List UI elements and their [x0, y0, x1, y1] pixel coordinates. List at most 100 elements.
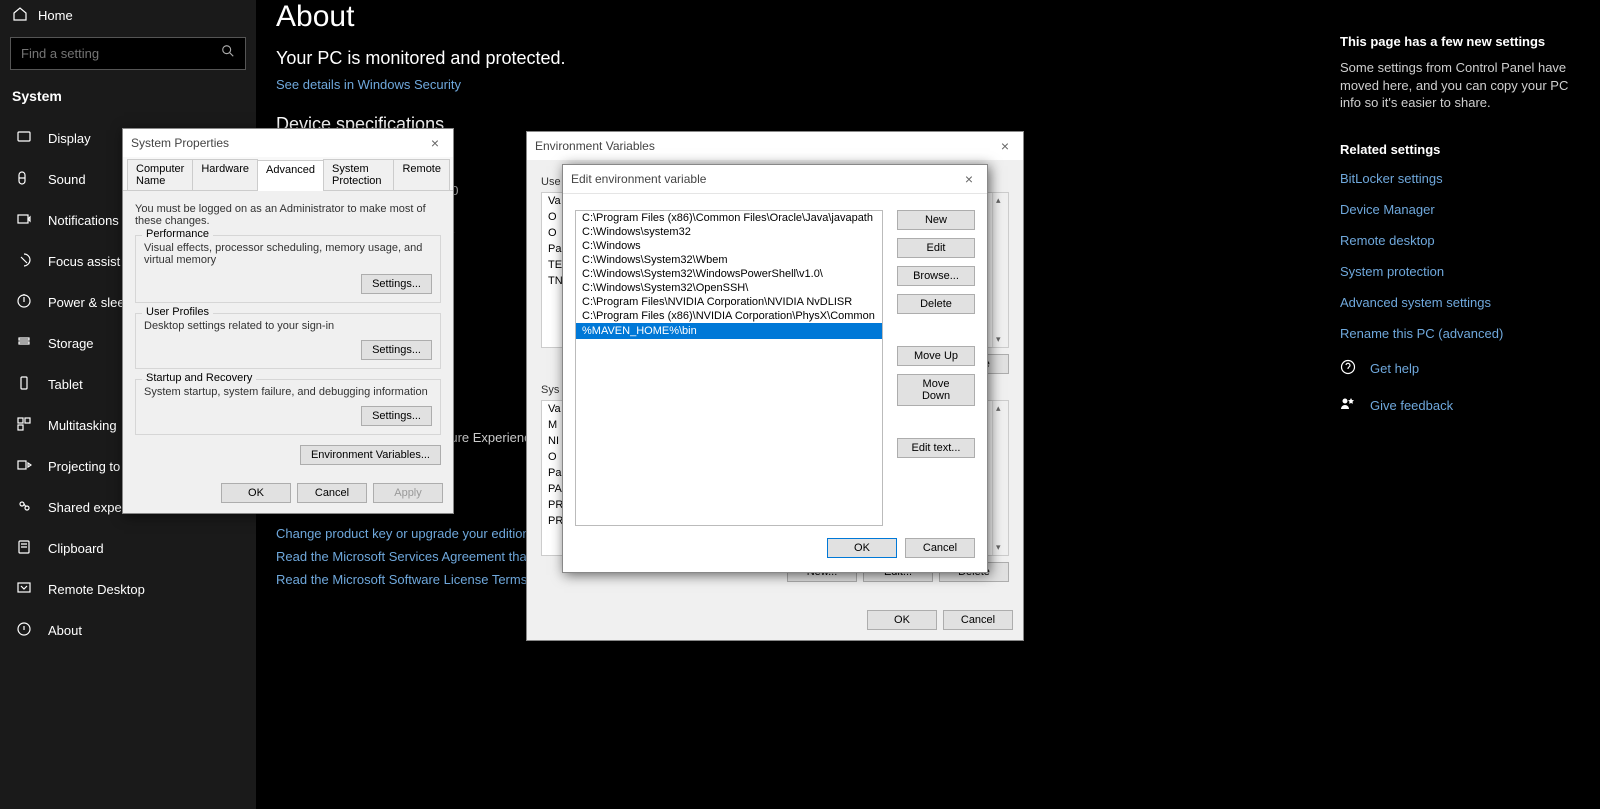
sysprop-title: System Properties — [131, 136, 229, 150]
envvars-titlebar[interactable]: Environment Variables × — [527, 132, 1023, 160]
sidebar-item-label: Focus assist — [48, 254, 120, 269]
path-row-editing[interactable] — [576, 323, 882, 339]
editenv-title: Edit environment variable — [571, 172, 706, 186]
envvars-ok-button[interactable]: OK — [867, 610, 937, 630]
sidebar-item-about[interactable]: About — [0, 610, 256, 651]
nav-icon — [16, 129, 32, 148]
search-icon — [221, 44, 235, 63]
scrollbar[interactable] — [992, 401, 1008, 555]
performance-desc: Visual effects, processor scheduling, me… — [144, 242, 432, 266]
env-variables-button[interactable]: Environment Variables... — [300, 445, 441, 465]
move-down-button[interactable]: Move Down — [897, 374, 975, 406]
related-link[interactable]: Remote desktop — [1340, 233, 1584, 248]
get-help-link[interactable]: Get help — [1340, 359, 1584, 378]
editenv-cancel-button[interactable]: Cancel — [905, 538, 975, 558]
nav-icon — [16, 252, 32, 271]
sysprop-ok-button[interactable]: OK — [221, 483, 291, 503]
startup-title: Startup and Recovery — [142, 372, 256, 384]
nav-icon — [16, 375, 32, 394]
search-input[interactable] — [21, 46, 221, 61]
related-link[interactable]: BitLocker settings — [1340, 171, 1584, 186]
startup-settings-button[interactable]: Settings... — [361, 406, 432, 426]
startup-group: Startup and Recovery System startup, sys… — [135, 379, 441, 435]
sysprop-cancel-button[interactable]: Cancel — [297, 483, 367, 503]
sidebar-item-label: Sound — [48, 172, 86, 187]
related-link[interactable]: Advanced system settings — [1340, 295, 1584, 310]
edit-env-variable-dialog: Edit environment variable × C:\Program F… — [562, 164, 988, 573]
admin-hint: You must be logged on as an Administrato… — [135, 203, 441, 227]
path-edit-input[interactable] — [576, 323, 882, 339]
close-icon[interactable]: × — [959, 171, 979, 187]
related-link[interactable]: System protection — [1340, 264, 1584, 279]
related-link[interactable]: Device Manager — [1340, 202, 1584, 217]
tab-advanced[interactable]: Advanced — [257, 160, 324, 191]
security-link[interactable]: See details in Windows Security — [276, 77, 1320, 92]
path-row[interactable]: C:\Program Files\NVIDIA Corporation\NVID… — [576, 295, 882, 309]
close-icon[interactable]: × — [995, 138, 1015, 154]
editenv-side-buttons: New Edit Browse... Delete Move Up Move D… — [897, 210, 975, 526]
feedback-label: Give feedback — [1370, 398, 1453, 413]
tab-computer-name[interactable]: Computer Name — [127, 159, 193, 190]
perf-settings-button[interactable]: Settings... — [361, 274, 432, 294]
nav-icon — [16, 170, 32, 189]
tab-hardware[interactable]: Hardware — [192, 159, 258, 190]
nav-icon — [16, 211, 32, 230]
nav-icon — [16, 457, 32, 476]
sidebar-home-label: Home — [38, 8, 73, 23]
profiles-desc: Desktop settings related to your sign-in — [144, 320, 432, 332]
right-desc: Some settings from Control Panel have mo… — [1340, 59, 1584, 112]
path-row[interactable]: C:\Windows\system32 — [576, 225, 882, 239]
new-button[interactable]: New — [897, 210, 975, 230]
performance-group: Performance Visual effects, processor sc… — [135, 235, 441, 303]
path-row[interactable]: C:\Windows\System32\Wbem — [576, 253, 882, 267]
sidebar-home[interactable]: Home — [0, 6, 256, 33]
get-help-label: Get help — [1370, 361, 1419, 376]
editenv-titlebar[interactable]: Edit environment variable × — [563, 165, 987, 194]
path-row[interactable]: C:\Windows — [576, 239, 882, 253]
page-title: About — [276, 0, 1320, 34]
feedback-link[interactable]: Give feedback — [1340, 396, 1584, 415]
tab-remote[interactable]: Remote — [393, 159, 450, 190]
sidebar-item-remote-desktop[interactable]: Remote Desktop — [0, 569, 256, 610]
sidebar-item-label: Tablet — [48, 377, 83, 392]
right-heading: This page has a few new settings — [1340, 34, 1584, 49]
browse-button[interactable]: Browse... — [897, 266, 975, 286]
profiles-title: User Profiles — [142, 306, 213, 318]
nav-icon — [16, 621, 32, 640]
sysprop-apply-button[interactable]: Apply — [373, 483, 443, 503]
related-heading: Related settings — [1340, 142, 1584, 157]
edit-button[interactable]: Edit — [897, 238, 975, 258]
path-list[interactable]: C:\Program Files (x86)\Common Files\Orac… — [575, 210, 883, 526]
search-input-wrapper[interactable] — [10, 37, 246, 70]
path-row[interactable]: C:\Windows\System32\WindowsPowerShell\v1… — [576, 267, 882, 281]
nav-icon — [16, 416, 32, 435]
move-up-button[interactable]: Move Up — [897, 346, 975, 366]
delete-button[interactable]: Delete — [897, 294, 975, 314]
editenv-ok-button[interactable]: OK — [827, 538, 897, 558]
help-icon — [1340, 359, 1356, 378]
right-panel: This page has a few new settings Some se… — [1340, 26, 1600, 415]
feedback-icon — [1340, 396, 1356, 415]
performance-title: Performance — [142, 228, 213, 240]
nav-icon — [16, 498, 32, 517]
sidebar-item-label: About — [48, 623, 82, 638]
sidebar-item-label: Multitasking — [48, 418, 117, 433]
envvars-cancel-button[interactable]: Cancel — [943, 610, 1013, 630]
sidebar-item-label: Power & sleep — [48, 295, 132, 310]
path-row[interactable]: C:\Windows\System32\OpenSSH\ — [576, 281, 882, 295]
scrollbar[interactable] — [992, 193, 1008, 347]
profiles-group: User Profiles Desktop settings related t… — [135, 313, 441, 369]
path-row[interactable]: C:\Program Files (x86)\NVIDIA Corporatio… — [576, 309, 882, 323]
related-link[interactable]: Rename this PC (advanced) — [1340, 326, 1584, 341]
sysprop-titlebar[interactable]: System Properties × — [123, 129, 453, 157]
nav-icon — [16, 293, 32, 312]
profiles-settings-button[interactable]: Settings... — [361, 340, 432, 360]
path-row[interactable]: C:\Program Files (x86)\Common Files\Orac… — [576, 211, 882, 225]
edit-text-button[interactable]: Edit text... — [897, 438, 975, 458]
sidebar-item-label: Remote Desktop — [48, 582, 145, 597]
tab-system-protection[interactable]: System Protection — [323, 159, 394, 190]
nav-icon — [16, 334, 32, 353]
close-icon[interactable]: × — [425, 135, 445, 151]
sidebar-item-clipboard[interactable]: Clipboard — [0, 528, 256, 569]
envvars-title: Environment Variables — [535, 139, 655, 153]
